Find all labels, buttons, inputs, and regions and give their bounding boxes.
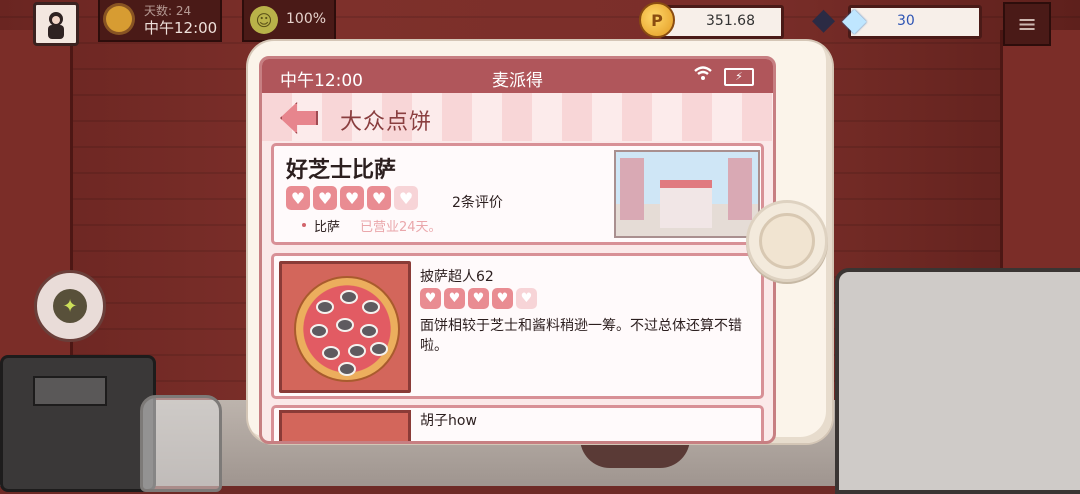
mood-percent: 100% <box>286 11 327 27</box>
phone-screen: 中午12:00 麦派得 ⚡ 大众点饼 好芝士比萨 ♥ ♥ ♥ ♥ ♥ 2条评价 … <box>259 56 776 444</box>
bullet-dot <box>302 223 306 227</box>
gem-counter[interactable]: 30 <box>848 5 982 39</box>
review-card: 胡子how <box>271 405 764 441</box>
heart-empty-icon: ♥ <box>516 288 537 309</box>
wifi-icon <box>694 65 712 86</box>
day-panel: 天数: 24 中午12:00 <box>98 0 222 42</box>
battery-charging-icon: ⚡ <box>724 68 754 86</box>
review-rating: ♥ ♥ ♥ ♥ ♥ <box>420 288 537 309</box>
monitor <box>835 268 1080 494</box>
pizzeria-thumbnail <box>614 150 760 238</box>
player-avatar-button[interactable] <box>33 2 79 46</box>
coin-counter: 351.68 <box>660 5 784 39</box>
thumb-building-right <box>728 158 752 220</box>
pizzeria-days-open: 已营业24天。 <box>360 220 442 235</box>
section-title: 大众点饼 <box>340 110 433 135</box>
wall-pillar-left <box>0 30 73 400</box>
home-button-inner <box>759 213 815 269</box>
thumb-storefront <box>660 180 712 228</box>
gem-value: 30 <box>897 13 915 29</box>
gem-shadow-icon: ◆ <box>812 2 836 37</box>
pizzeria-rating: ♥ ♥ ♥ ♥ ♥ <box>286 186 418 210</box>
heart-full-icon: ♥ <box>313 186 337 210</box>
thumb-building-left <box>620 158 644 220</box>
coin-value: 351.68 <box>706 13 755 29</box>
sun-icon <box>106 6 132 32</box>
smile-icon: ☺ <box>250 6 278 34</box>
mood-panel: ☺ 100% <box>242 0 336 42</box>
heart-full-icon: ♥ <box>492 288 513 309</box>
pizza-box-image <box>279 410 411 441</box>
heart-full-icon: ♥ <box>444 288 465 309</box>
review-text: 面饼相较于芝士和酱料稍逊一筹。不过总体还算不错啦。 <box>420 318 742 354</box>
pizzeria-name: 好芝士比萨 <box>286 158 397 183</box>
side-event-button[interactable]: ✦ <box>34 270 106 342</box>
menu-button[interactable]: ≡ <box>1003 2 1051 46</box>
clock-badge-icon: ✦ <box>53 289 87 323</box>
pizzeria-card: 好芝士比萨 ♥ ♥ ♥ ♥ ♥ 2条评价 比萨 已营业24天。 <box>271 143 764 245</box>
player-avatar-icon <box>48 12 64 39</box>
phone-home-button[interactable] <box>746 200 828 282</box>
gem-icon: ◆ <box>842 0 867 38</box>
heart-full-icon: ♥ <box>468 288 489 309</box>
heart-full-icon: ♥ <box>420 288 441 309</box>
reviewer-name: 胡子how <box>420 413 477 429</box>
review-count: 2条评价 <box>452 195 503 211</box>
heart-full-icon: ♥ <box>340 186 364 210</box>
heart-full-icon: ♥ <box>286 186 310 210</box>
status-bar: 中午12:00 麦派得 ⚡ <box>262 59 773 93</box>
clock-time: 中午12:00 <box>144 19 218 37</box>
glass-jar <box>140 395 222 492</box>
cash-register <box>0 355 156 492</box>
heart-empty-icon: ♥ <box>394 186 418 210</box>
section-header: 大众点饼 <box>262 93 773 141</box>
hamburger-icon: ≡ <box>1016 10 1038 38</box>
pizzeria-category: 比萨 <box>314 220 341 235</box>
coin-icon: P <box>639 2 675 38</box>
back-arrow-icon[interactable] <box>280 102 318 134</box>
pizza-image <box>294 276 400 382</box>
reviewer-name: 披萨超人62 <box>420 269 494 285</box>
pizza-box-image <box>279 261 411 393</box>
heart-full-icon: ♥ <box>367 186 391 210</box>
review-card: 披萨超人62 ♥ ♥ ♥ ♥ ♥ 面饼相较于芝士和酱料稍逊一筹。不过总体还算不错… <box>271 253 764 399</box>
